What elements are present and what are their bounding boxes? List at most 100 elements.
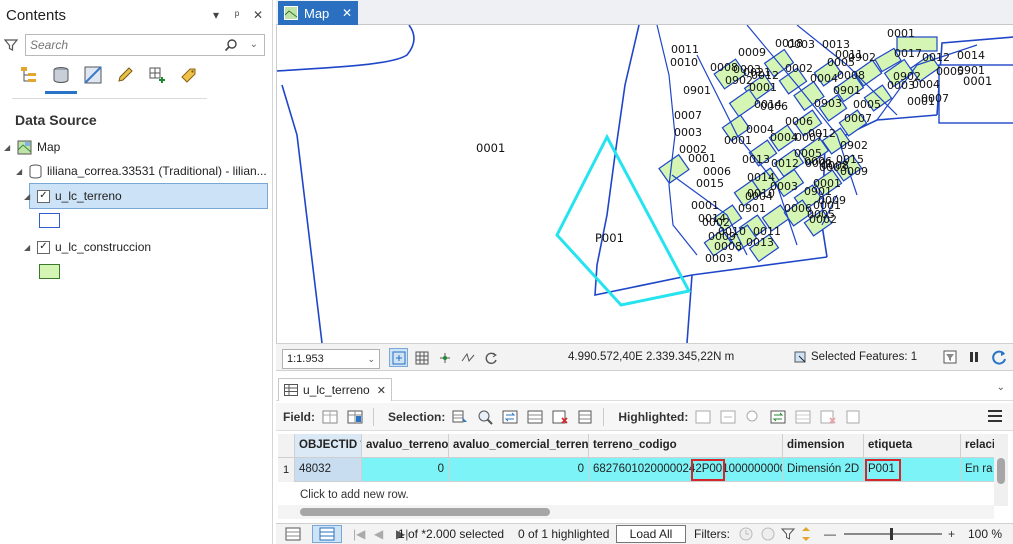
- column-header[interactable]: relaci: [961, 434, 995, 457]
- collapse-triangle-icon[interactable]: ◢: [16, 167, 24, 176]
- unhighlight-icon[interactable]: [819, 408, 837, 426]
- chevron-down-icon[interactable]: ⌄: [367, 350, 375, 368]
- zoom-slider-thumb[interactable]: [890, 528, 893, 540]
- select-all-icon[interactable]: [526, 408, 544, 426]
- collapse-triangle-icon[interactable]: ◢: [4, 143, 12, 152]
- list-by-selection-icon[interactable]: [82, 64, 104, 86]
- chevron-down-icon[interactable]: ⌄: [250, 39, 258, 50]
- fixed-zoom-icon[interactable]: [389, 348, 408, 367]
- pause-icon[interactable]: [967, 350, 981, 364]
- constraints-icon[interactable]: [458, 348, 477, 367]
- column-header[interactable]: avaluo_comercial_terreno: [449, 434, 589, 457]
- close-icon[interactable]: ✕: [377, 384, 386, 397]
- cell-objectid[interactable]: 48032: [295, 458, 362, 481]
- cell-terreno-codigo[interactable]: 68276010200000242P0010000000000: [589, 458, 783, 481]
- chevron-down-icon[interactable]: ▾: [210, 8, 222, 22]
- cell-relacion[interactable]: En ra: [961, 458, 995, 481]
- menu-icon[interactable]: [987, 409, 1003, 423]
- column-header[interactable]: avaluo_terreno: [362, 434, 449, 457]
- map-label: 0901: [683, 84, 711, 97]
- highlight-all-icon[interactable]: [794, 408, 812, 426]
- map-icon: [17, 140, 32, 154]
- zoom-to-selection-icon[interactable]: [476, 408, 494, 426]
- vertical-scrollbar[interactable]: [994, 434, 1008, 506]
- building-footprint[interactable]: [658, 153, 690, 185]
- row-number[interactable]: 1: [278, 458, 295, 482]
- parcel-boundary: [281, 84, 323, 343]
- tree-item-map[interactable]: ◢ Map: [4, 138, 60, 156]
- list-by-drawing-order-icon[interactable]: [18, 64, 40, 86]
- layer-visibility-checkbox[interactable]: ✓: [37, 189, 50, 203]
- sort-icon[interactable]: [800, 526, 812, 542]
- list-by-snapping-icon[interactable]: [146, 64, 168, 86]
- tab-map[interactable]: Map ✕: [278, 1, 358, 25]
- filter-icon[interactable]: [943, 350, 957, 364]
- load-all-button[interactable]: Load All: [616, 525, 686, 543]
- zoom-in-icon[interactable]: +: [948, 527, 955, 541]
- switch-selection-icon[interactable]: [501, 408, 519, 426]
- highlight-pan-icon[interactable]: [719, 408, 737, 426]
- column-header[interactable]: terreno_codigo: [589, 434, 783, 457]
- column-header[interactable]: dimension: [783, 434, 864, 457]
- highlight-box-etiqueta: [865, 459, 901, 481]
- tree-item-layer-terreno[interactable]: ◢ ✓ u_lc_terreno: [24, 187, 122, 205]
- selected-features-indicator[interactable]: Selected Features: 1: [793, 350, 917, 364]
- first-record-icon[interactable]: |◀: [353, 527, 365, 541]
- list-by-editing-icon[interactable]: [114, 64, 136, 86]
- delete-selection-icon[interactable]: [576, 408, 594, 426]
- map-label: 0902: [840, 139, 868, 152]
- close-icon[interactable]: ✕: [252, 8, 264, 22]
- filter-icon[interactable]: [4, 38, 18, 52]
- table-row[interactable]: 1 48032 0 0 68276010200000242P0010000000…: [278, 458, 995, 482]
- column-header[interactable]: etiqueta: [864, 434, 961, 457]
- tab-attribute-table[interactable]: u_lc_terreno ✕: [278, 378, 392, 401]
- zoom-out-icon[interactable]: —: [824, 527, 836, 541]
- map-drawing[interactable]: 0001 P001 0001 0011001009010007000300020…: [277, 25, 1013, 343]
- zoom-level: 100 %: [968, 527, 1003, 541]
- collapse-triangle-icon[interactable]: ◢: [24, 243, 32, 252]
- chevron-down-icon[interactable]: ⌄: [997, 382, 1005, 393]
- highlight-search-icon[interactable]: [744, 408, 762, 426]
- refresh-dropdown-icon[interactable]: [481, 348, 500, 367]
- clear-selection-icon[interactable]: [551, 408, 569, 426]
- cell-avaluo-comercial[interactable]: 0: [449, 458, 589, 481]
- map-canvas[interactable]: 0001 P001 0001 0011 0010 0901 0007 0003 0002 0…: [276, 25, 1013, 343]
- select-by-attributes-icon[interactable]: [451, 408, 469, 426]
- collapse-triangle-icon[interactable]: ◢: [24, 192, 32, 201]
- search-icon[interactable]: [224, 38, 238, 52]
- cell-avaluo-terreno[interactable]: 0: [362, 458, 449, 481]
- pin-icon[interactable]: ᵖ: [231, 8, 243, 22]
- grid-icon[interactable]: [412, 348, 431, 367]
- snapping-icon[interactable]: [435, 348, 454, 367]
- cell-dimension[interactable]: Dimensión 2D: [783, 458, 864, 481]
- delete-highlighted-icon[interactable]: [844, 408, 862, 426]
- range-filter-icon[interactable]: [760, 526, 776, 542]
- column-header[interactable]: OBJECTID *: [295, 434, 362, 457]
- search-input[interactable]: [26, 38, 216, 52]
- zoom-slider-track[interactable]: [844, 533, 942, 535]
- switch-highlight-icon[interactable]: [769, 408, 787, 426]
- list-by-labeling-icon[interactable]: [178, 64, 200, 86]
- show-all-records-icon[interactable]: [285, 527, 301, 541]
- refresh-icon[interactable]: [991, 349, 1007, 365]
- layer-visibility-checkbox[interactable]: ✓: [37, 240, 50, 254]
- horizontal-scrollbar-thumb[interactable]: [300, 508, 550, 516]
- filter-icon[interactable]: [780, 526, 796, 542]
- scale-selector[interactable]: 1:1.953 ⌄: [282, 349, 380, 369]
- close-icon[interactable]: ✕: [342, 6, 352, 20]
- add-field-icon[interactable]: [321, 408, 339, 426]
- previous-record-icon[interactable]: ◀: [374, 527, 383, 541]
- tree-item-connection[interactable]: ◢ liliana_correa.33531 (Traditional) - l…: [16, 162, 267, 180]
- map-label: 0001: [749, 81, 777, 94]
- calculate-field-icon[interactable]: [346, 408, 364, 426]
- construccion-symbol-swatch[interactable]: [39, 264, 60, 279]
- contents-search-box[interactable]: ⌄: [25, 34, 265, 56]
- terreno-symbol-swatch[interactable]: [39, 213, 60, 228]
- list-by-data-source-icon[interactable]: [45, 64, 77, 94]
- tree-item-layer-construccion[interactable]: ◢ ✓ u_lc_construccion: [24, 238, 151, 256]
- add-new-row[interactable]: Click to add new row.: [300, 489, 409, 501]
- time-filter-icon[interactable]: [738, 526, 754, 542]
- highlight-zoom-icon[interactable]: [694, 408, 712, 426]
- scrollbar-thumb[interactable]: [997, 458, 1005, 484]
- show-selected-records-button[interactable]: [312, 525, 342, 543]
